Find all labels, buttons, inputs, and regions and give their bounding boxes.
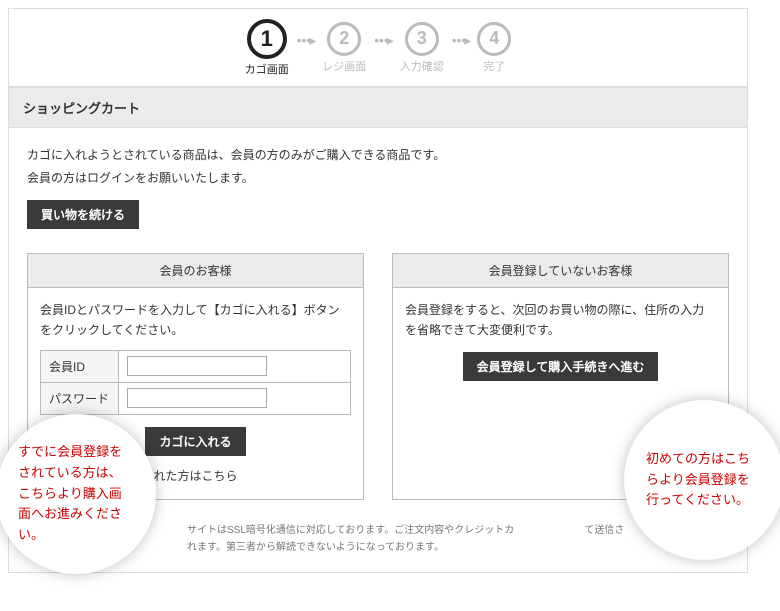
- step-1-number: 1: [247, 19, 287, 59]
- step-2: 2 レジ画面: [322, 22, 366, 74]
- step-4-number: 4: [477, 22, 511, 56]
- nonmember-box-body: 会員登録をすると、次回のお買い物の際に、住所の入力を省略できて大変便利です。 会…: [393, 288, 728, 394]
- password-input[interactable]: [127, 388, 267, 408]
- step-1: 1 カゴ画面: [245, 19, 289, 77]
- notice-line-1: カゴに入れようとされている商品は、会員の方のみがご購入できる商品です。: [27, 148, 445, 162]
- step-4-label: 完了: [483, 58, 505, 74]
- page-title: ショッピングカート: [9, 87, 747, 128]
- callout-right-text: 初めての方はこちらより会員登録を行ってください。: [646, 449, 762, 511]
- forgot-password-link[interactable]: れた方はこちら: [153, 469, 237, 483]
- step-arrow-icon: • • •▸: [448, 32, 474, 63]
- callout-bubble-left: すでに会員登録をされている方は、こちらより購入画面へお進みください。: [0, 414, 156, 574]
- member-id-input[interactable]: [127, 356, 267, 376]
- login-form: 会員ID パスワード: [40, 350, 351, 415]
- step-2-number: 2: [327, 22, 361, 56]
- continue-shopping-button[interactable]: 買い物を続ける: [27, 200, 139, 229]
- step-3: 3 入力確認: [400, 22, 444, 74]
- step-arrow-icon: • • •▸: [293, 32, 319, 63]
- password-label: パスワード: [41, 383, 119, 415]
- nonmember-box-desc: 会員登録をすると、次回のお買い物の際に、住所の入力を省略できて大変便利です。: [405, 300, 716, 341]
- notice-line-2: 会員の方はログインをお願いいたします。: [27, 171, 254, 185]
- member-box-desc: 会員IDとパスワードを入力して【カゴに入れる】ボタンをクリックしてください。: [40, 300, 351, 341]
- member-id-label: 会員ID: [41, 351, 119, 383]
- notice-text: カゴに入れようとされている商品は、会員の方のみがご購入できる商品です。 会員の方…: [27, 144, 729, 190]
- member-box-header: 会員のお客様: [28, 254, 363, 288]
- add-to-cart-button[interactable]: カゴに入れる: [145, 427, 245, 456]
- register-and-checkout-button[interactable]: 会員登録して購入手続きへ進む: [463, 352, 659, 381]
- nonmember-box-header: 会員登録していないお客様: [393, 254, 728, 288]
- checkout-steps: 1 カゴ画面 • • •▸ 2 レジ画面 • • •▸ 3 入力確認 • • •…: [9, 9, 747, 87]
- step-1-label: カゴ画面: [245, 61, 289, 77]
- step-3-label: 入力確認: [400, 58, 444, 74]
- step-2-label: レジ画面: [322, 58, 366, 74]
- step-4: 4 完了: [477, 22, 511, 74]
- callout-bubble-right: 初めての方はこちらより会員登録を行ってください。: [624, 400, 780, 560]
- callout-left-text: すでに会員登録をされている方は、こちらより購入画面へお進みください。: [18, 442, 134, 546]
- step-arrow-icon: • • •▸: [370, 32, 396, 63]
- step-3-number: 3: [405, 22, 439, 56]
